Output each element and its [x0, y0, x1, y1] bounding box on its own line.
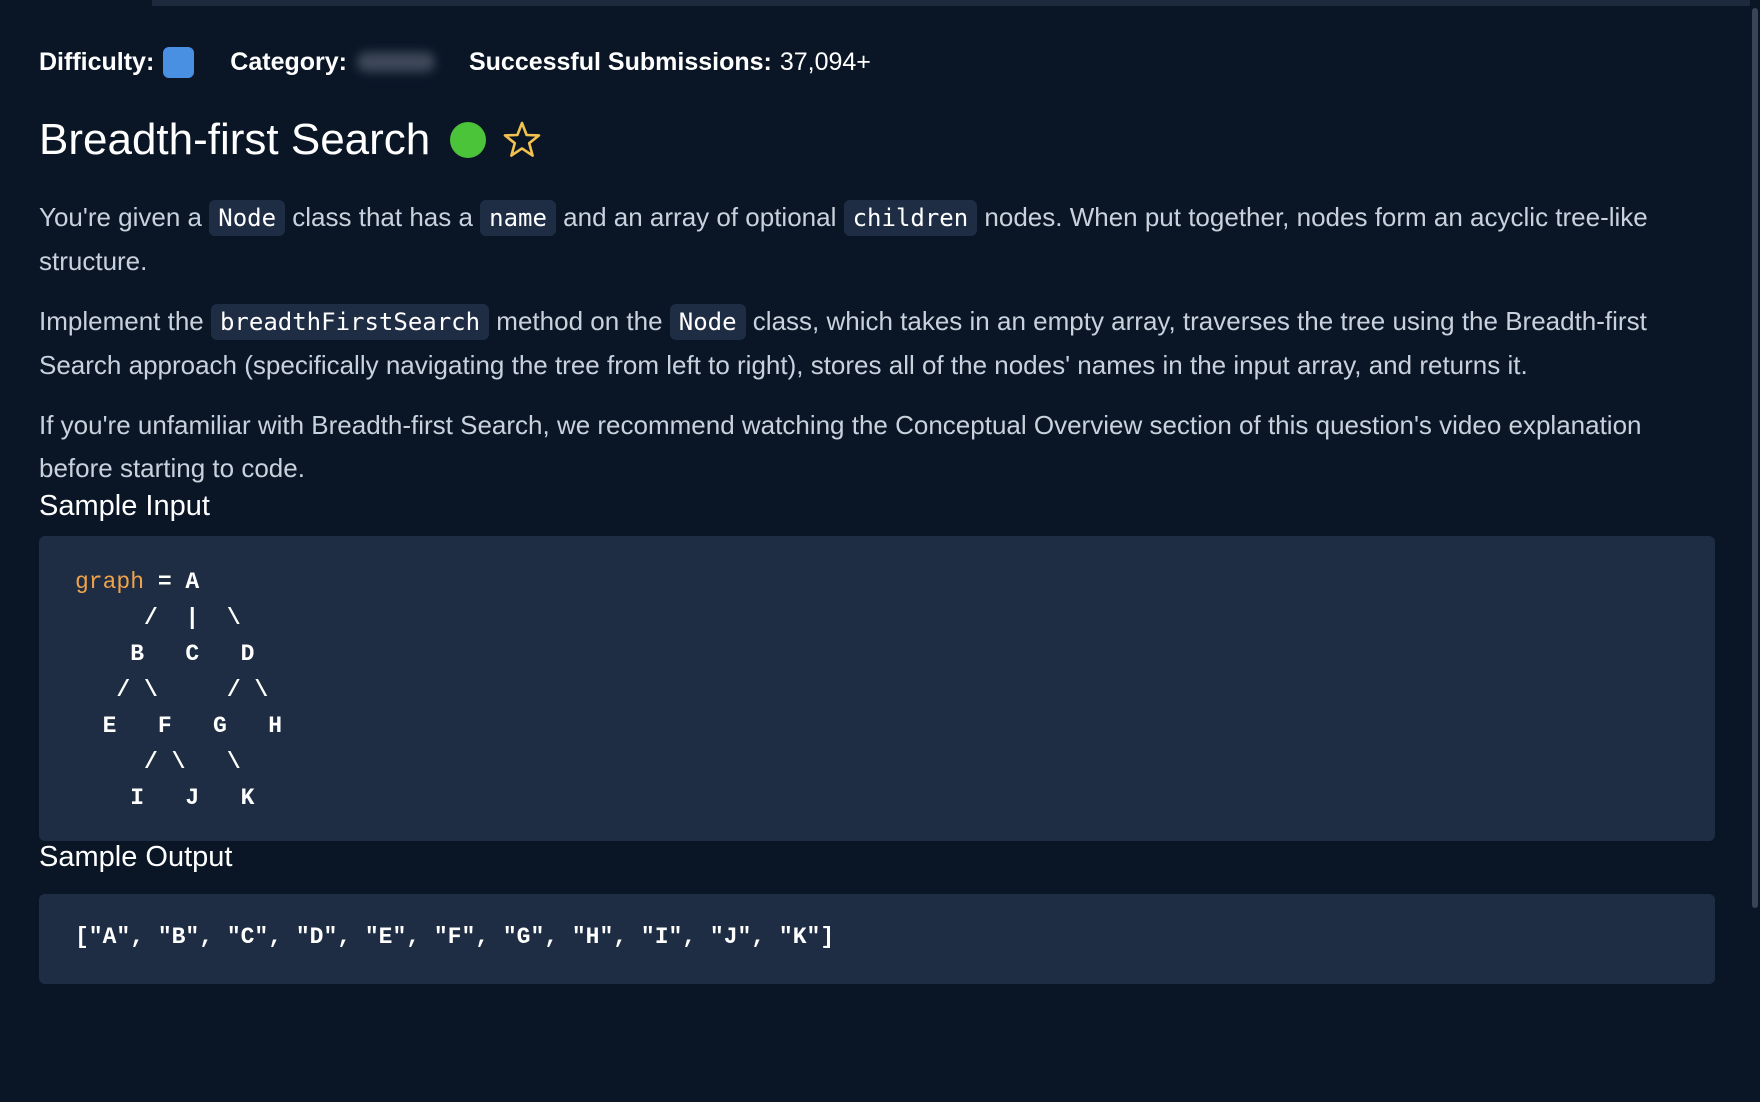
code-variable-name: graph — [75, 569, 145, 595]
text-segment: method on the — [489, 306, 670, 336]
submissions-value: 37,094+ — [779, 47, 871, 76]
top-progress-bar-segment — [0, 0, 152, 6]
description-paragraph-3: If you're unfamiliar with Breadth-first … — [39, 410, 1642, 483]
star-outline-icon[interactable] — [502, 120, 542, 160]
difficulty-label: Difficulty: — [39, 47, 155, 76]
code-tree-diagram: / | \ B C D / \ / \ E F G H / \ \ I J K — [102, 605, 283, 811]
top-progress-bar — [0, 0, 1760, 6]
completed-dot-icon — [450, 122, 487, 158]
title-row: Breadth-first Search — [39, 110, 1715, 170]
inline-code-name: name — [480, 200, 556, 236]
vertical-scrollbar[interactable] — [1750, 0, 1760, 1102]
inline-code-children: children — [843, 200, 978, 236]
inline-code-breadthfirstsearch: breadthFirstSearch — [210, 304, 490, 340]
inline-code-node: Node — [209, 200, 286, 236]
text-segment: You're given a — [39, 202, 210, 232]
code-assignment: = A — [144, 569, 200, 595]
submissions-label: Successful Submissions: — [468, 47, 772, 76]
sample-output-heading: Sample Output — [39, 841, 233, 873]
text-segment: and an array of optional — [555, 202, 844, 232]
text-segment: class that has a — [285, 202, 481, 232]
inline-code-node: Node — [669, 304, 746, 340]
description-paragraph-2: Implement the breadthFirstSearch method … — [39, 300, 1715, 387]
sample-input-heading: Sample Input — [39, 490, 210, 522]
sample-input-code: graph = A / | \ B C D / \ / \ E F G H / … — [75, 564, 1679, 816]
question-title: Breadth-first Search — [39, 115, 431, 164]
question-panel: Difficulty: Category: Successful Submiss… — [39, 42, 1715, 984]
scrollbar-thumb[interactable] — [1752, 8, 1758, 908]
question-meta: Difficulty: Category: Successful Submiss… — [39, 42, 1715, 82]
category-value-hidden[interactable] — [356, 52, 435, 72]
difficulty-indicator-icon — [163, 46, 195, 78]
description-paragraph-1: You're given a Node class that has a nam… — [39, 196, 1715, 283]
sample-output-code: ["A", "B", "C", "D", "E", "F", "G", "H",… — [75, 924, 835, 950]
category-label: Category: — [230, 47, 347, 76]
sample-output-code-block[interactable]: ["A", "B", "C", "D", "E", "F", "G", "H",… — [39, 894, 1715, 984]
sample-input-code-block[interactable]: graph = A / | \ B C D / \ / \ E F G H / … — [39, 536, 1715, 841]
text-segment: Implement the — [39, 306, 211, 336]
